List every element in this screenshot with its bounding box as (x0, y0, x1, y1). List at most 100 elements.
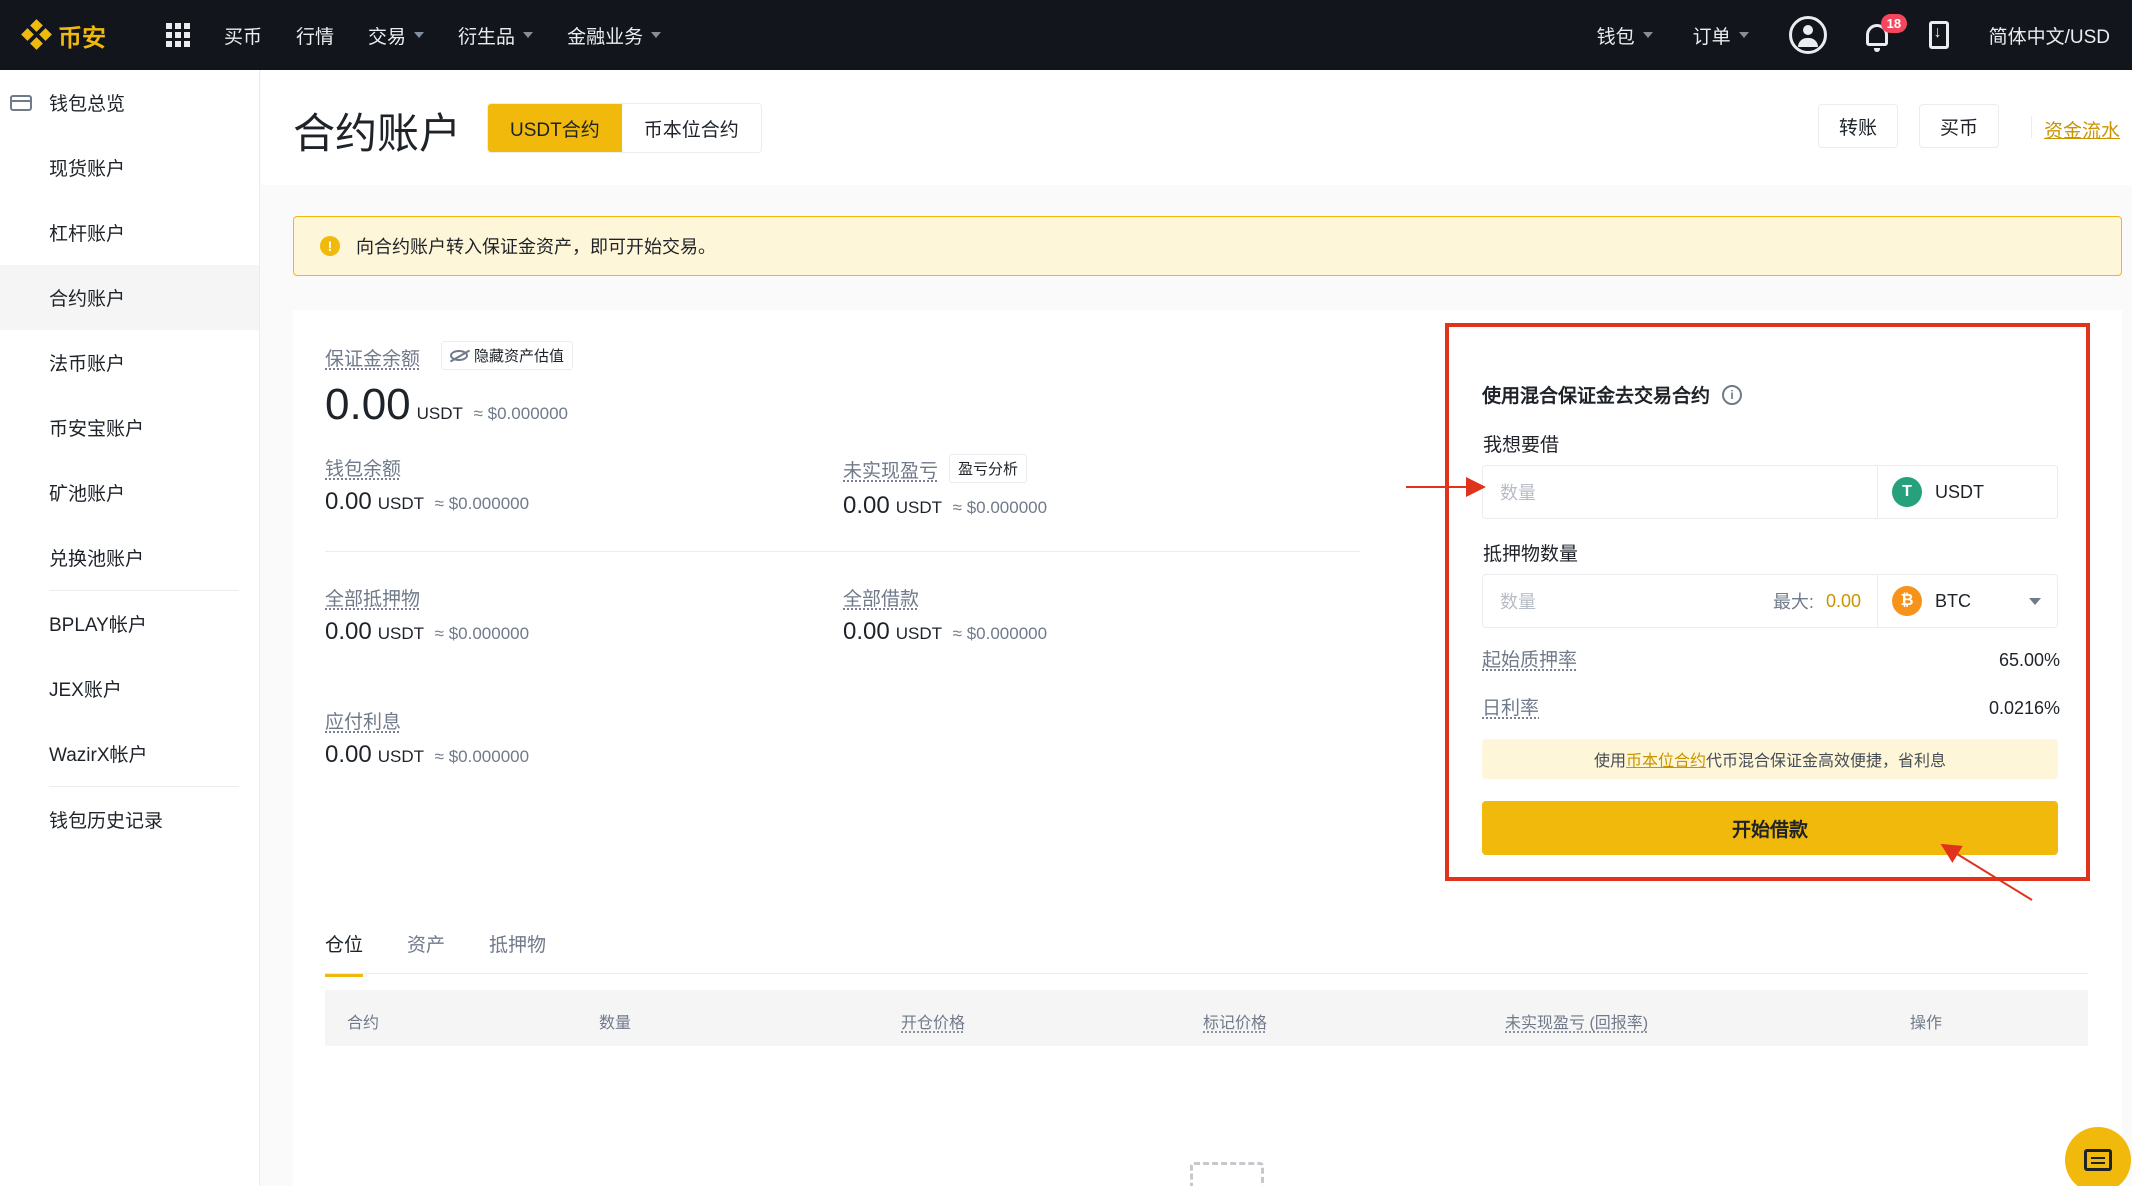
wallet-balance-value: 0.00 USDT ≈ $0.000000 (325, 488, 529, 516)
sidebar-item-wallet-overview[interactable]: 钱包总览 (0, 70, 259, 135)
max-value[interactable]: 0.00 (1826, 591, 1861, 612)
tab-collateral[interactable]: 抵押物 (489, 930, 546, 977)
download-app-icon[interactable] (1929, 21, 1949, 49)
header-separator (2031, 116, 2032, 138)
sidebar-item-spot[interactable]: 现货账户 (0, 135, 259, 200)
nav-derivatives[interactable]: 衍生品 (458, 22, 533, 49)
user-profile-icon[interactable] (1789, 16, 1827, 54)
sidebar-item-history[interactable]: 钱包历史记录 (0, 787, 259, 852)
tab-assets[interactable]: 资产 (407, 930, 445, 977)
chevron-down-icon (651, 32, 661, 38)
sidebar-item-bplay[interactable]: BPLAY帐户 (0, 591, 259, 656)
divider (325, 551, 1360, 552)
max-label: 最大: (1773, 588, 1814, 614)
sidebar-item-swap-pool[interactable]: 兑换池账户 (0, 525, 259, 590)
nav-markets[interactable]: 行情 (296, 22, 334, 49)
logo[interactable]: 币安 (22, 18, 142, 53)
chevron-down-icon (1739, 32, 1749, 38)
borrow-panel-highlight: 使用混合保证金去交易合约 i 我想要借 数量 T USDT 抵押物数量 数量 最… (1445, 323, 2090, 881)
unrealized-pnl-label[interactable]: 未实现盈亏 (843, 456, 938, 483)
borrow-amount-field[interactable]: 数量 T USDT (1482, 465, 2058, 519)
transfer-button[interactable]: 转账 (1818, 104, 1898, 148)
borrow-tip: 使用 币本位合约 代币混合保证金高效便捷，省利息 (1482, 739, 2058, 779)
daily-rate-value: 0.0216% (1989, 698, 2060, 719)
start-borrow-button[interactable]: 开始借款 (1482, 801, 2058, 855)
nav-trade[interactable]: 交易 (368, 22, 424, 49)
notifications-button[interactable]: 18 (1863, 18, 1893, 52)
pnl-analysis-button[interactable]: 盈亏分析 (949, 454, 1027, 483)
sidebar: 钱包总览 现货账户 杠杆账户 合约账户 法币账户 币安宝账户 矿池账户 兑换池账… (0, 70, 260, 1186)
initial-ltv-label[interactable]: 起始质押率 (1482, 645, 1577, 672)
chevron-down-icon (523, 32, 533, 38)
initial-ltv-value: 65.00% (1999, 650, 2060, 671)
borrow-panel-title: 使用混合保证金去交易合约 i (1482, 381, 1742, 408)
col-entry-price[interactable]: 开仓价格 (901, 1009, 965, 1033)
tab-usdt-futures[interactable]: USDT合约 (488, 104, 622, 152)
borrow-amount-input[interactable]: 数量 (1500, 479, 1877, 505)
nav-wallet[interactable]: 钱包 (1597, 22, 1653, 49)
apps-grid-icon[interactable] (166, 23, 190, 47)
interest-payable-label[interactable]: 应付利息 (325, 707, 401, 734)
nav-orders[interactable]: 订单 (1693, 22, 1749, 49)
col-actions: 操作 (1910, 1009, 1942, 1033)
chevron-down-icon (414, 32, 424, 38)
margin-balance-value: 0.00 USDT ≈ $0.000000 (325, 380, 568, 430)
chevron-down-icon (1643, 32, 1653, 38)
tab-coin-futures[interactable]: 币本位合约 (622, 104, 761, 152)
wallet-icon (10, 95, 32, 111)
chevron-down-icon (2029, 598, 2041, 605)
empty-state-icon (1190, 1162, 1264, 1186)
positions-tabs: 仓位 资产 抵押物 (325, 930, 590, 977)
warning-icon: ! (320, 236, 340, 256)
sidebar-item-fiat[interactable]: 法币账户 (0, 330, 259, 395)
buy-crypto-button[interactable]: 买币 (1919, 104, 1999, 148)
total-loan-label[interactable]: 全部借款 (843, 584, 919, 611)
usdt-coin-icon: T (1892, 477, 1922, 507)
sidebar-item-pool[interactable]: 矿池账户 (0, 460, 259, 525)
sidebar-item-jex[interactable]: JEX账户 (0, 656, 259, 721)
borrow-label: 我想要借 (1483, 430, 1559, 457)
info-icon[interactable]: i (1722, 385, 1742, 405)
nav-finance[interactable]: 金融业务 (567, 22, 661, 49)
page-header: 合约账户 USDT合约 币本位合约 转账 买币 资金流水 (261, 70, 2132, 185)
logo-text: 币安 (58, 18, 106, 53)
interest-payable-value: 0.00 USDT ≈ $0.000000 (325, 741, 529, 769)
wallet-balance-label[interactable]: 钱包余额 (325, 454, 401, 481)
daily-rate-label[interactable]: 日利率 (1482, 693, 1539, 720)
coin-futures-link[interactable]: 币本位合约 (1626, 747, 1706, 771)
btc-coin-icon: ₿ (1892, 586, 1922, 616)
tab-positions[interactable]: 仓位 (325, 930, 363, 977)
col-contract: 合约 (347, 1009, 379, 1033)
collateral-amount-field[interactable]: 数量 最大: 0.00 ₿ BTC (1482, 574, 2058, 628)
sidebar-item-futures[interactable]: 合约账户 (0, 265, 259, 330)
binance-logo-icon (22, 20, 52, 50)
chat-icon (2084, 1149, 2112, 1171)
support-chat-button[interactable] (2065, 1127, 2131, 1186)
positions-table-header: 合约 数量 开仓价格 标记价格 未实现盈亏 (回报率) 操作 (325, 990, 2088, 1046)
notification-badge: 18 (1881, 14, 1907, 33)
collateral-amount-input[interactable]: 数量 (1500, 588, 1773, 614)
notice-text: 向合约账户转入保证金资产，即可开始交易。 (356, 233, 716, 259)
eye-off-icon (450, 350, 468, 361)
notice-banner: ! 向合约账户转入保证金资产，即可开始交易。 (293, 216, 2122, 276)
collateral-amount-label: 抵押物数量 (1483, 539, 1578, 566)
unrealized-pnl-value: 0.00 USDT ≈ $0.000000 (843, 492, 1047, 520)
total-collateral-label[interactable]: 全部抵押物 (325, 584, 420, 611)
hide-valuation-toggle[interactable]: 隐藏资产估值 (441, 341, 573, 370)
top-navbar: 币安 买币 行情 交易 衍生品 金融业务 钱包 订单 18 简体中文/USD (0, 0, 2132, 70)
page-title: 合约账户 (293, 100, 461, 161)
tabs-divider (325, 973, 2088, 974)
total-loan-value: 0.00 USDT ≈ $0.000000 (843, 618, 1047, 646)
collateral-coin-select[interactable]: ₿ BTC (1877, 574, 2057, 628)
col-unrealized-pnl[interactable]: 未实现盈亏 (回报率) (1505, 1009, 1648, 1033)
borrow-coin-display: T USDT (1877, 465, 2057, 519)
col-mark-price[interactable]: 标记价格 (1203, 1009, 1267, 1033)
sidebar-item-wazirx[interactable]: WazirX帐户 (0, 721, 259, 786)
margin-balance-label[interactable]: 保证金余额 (325, 344, 420, 371)
sidebar-item-savings[interactable]: 币安宝账户 (0, 395, 259, 460)
sidebar-item-margin[interactable]: 杠杆账户 (0, 200, 259, 265)
language-currency-selector[interactable]: 简体中文/USD (1989, 22, 2110, 49)
funding-history-link[interactable]: 资金流水 (2044, 116, 2120, 143)
nav-buy-crypto[interactable]: 买币 (224, 22, 262, 49)
total-collateral-value: 0.00 USDT ≈ $0.000000 (325, 618, 529, 646)
